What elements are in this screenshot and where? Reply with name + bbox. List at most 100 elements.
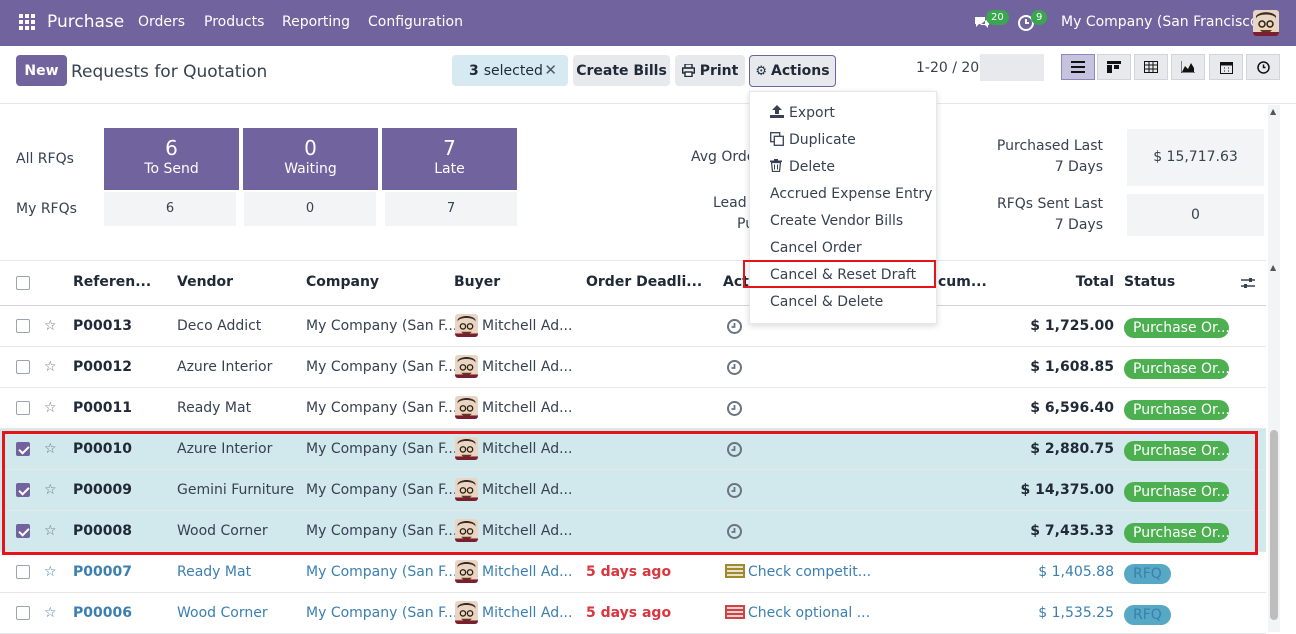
table-row[interactable]: ☆ P00006 Wood Corner My Company (San F... Mi… (0, 593, 1266, 634)
menu-item-delete[interactable]: Delete (770, 159, 835, 175)
waiting-tile[interactable]: 0 Waiting (243, 128, 378, 190)
row-buyer: Mitchell Ad... (482, 318, 573, 334)
control-panel: New Requests for Quotation 3 selected ✕ … (0, 46, 1296, 104)
row-reference: P00012 (73, 359, 132, 375)
user-avatar[interactable] (1253, 10, 1279, 36)
row-checkbox[interactable] (16, 319, 30, 333)
priority-star-icon[interactable]: ☆ (44, 400, 57, 416)
buyer-avatar (455, 560, 478, 583)
calendar-icon (1219, 61, 1233, 74)
page-title[interactable]: Requests for Quotation (71, 62, 267, 82)
menu-orders[interactable]: Orders (138, 14, 185, 30)
row-activity[interactable]: Check optional ... (748, 605, 870, 621)
row-vendor: Ready Mat (177, 564, 252, 580)
calendar-view-button[interactable] (1209, 54, 1243, 80)
menu-item-cancel-delete[interactable]: Cancel & Delete (770, 294, 883, 310)
header-company[interactable]: Company (306, 274, 379, 290)
actions-button[interactable]: ⚙ Actions (749, 55, 836, 87)
row-order-deadline: 5 days ago (586, 605, 672, 621)
activity-clock-icon[interactable] (726, 359, 743, 376)
priority-star-icon[interactable]: ☆ (44, 359, 57, 375)
kanban-view-button[interactable] (1097, 54, 1131, 80)
trash-icon (770, 159, 782, 173)
row-total: $ 1,535.25 (1038, 605, 1114, 621)
graph-view-button[interactable] (1171, 54, 1205, 80)
activity-todo-icon[interactable] (725, 605, 745, 623)
pivot-view-button[interactable] (1134, 54, 1168, 80)
header-buyer[interactable]: Buyer (454, 274, 500, 290)
row-total: $ 1,405.88 (1038, 564, 1114, 580)
menu-reporting[interactable]: Reporting (282, 14, 350, 30)
menu-item-create-vendor-bills[interactable]: Create Vendor Bills (770, 213, 903, 229)
my-waiting-cell[interactable]: 0 (244, 192, 376, 226)
activity-clock-icon[interactable] (726, 400, 743, 417)
header-source-document[interactable]: cum... (938, 274, 987, 290)
row-checkbox[interactable] (16, 401, 30, 415)
priority-star-icon[interactable]: ☆ (44, 564, 57, 580)
actions-label: Actions (771, 63, 830, 79)
status-badge: RFQ (1124, 564, 1171, 584)
select-all-checkbox[interactable] (16, 276, 30, 290)
header-total[interactable]: Total (1076, 274, 1114, 290)
table-header: Referen... Vendor Company Buyer Order De… (0, 260, 1266, 306)
late-tile[interactable]: 7 Late (382, 128, 517, 190)
activity-clock-icon[interactable] (726, 318, 743, 335)
list-scrollbar[interactable]: ▲ ▲ (1268, 105, 1280, 632)
rfq-dashboard: All RFQs My RFQs 6 To Send 0 Waiting 7 L… (0, 105, 1280, 260)
header-order-deadline[interactable]: Order Deadli... (586, 274, 702, 290)
menu-item-accrued-expense[interactable]: Accrued Expense Entry (770, 186, 932, 202)
pager-previous-button[interactable] (980, 54, 1012, 81)
table-row[interactable]: ☆ P00011 Ready Mat My Company (San F... Mitc… (0, 388, 1266, 429)
company-switcher[interactable]: My Company (San Francisco) (1061, 14, 1264, 30)
row-checkbox[interactable] (16, 565, 30, 579)
menu-item-export[interactable]: Export (770, 105, 835, 121)
row-checkbox[interactable] (16, 360, 30, 374)
list-icon (1071, 61, 1085, 73)
scroll-up-arrow-icon[interactable]: ▲ (1270, 107, 1276, 116)
pager-next-button[interactable] (1012, 54, 1044, 81)
column-settings-icon[interactable] (1241, 276, 1255, 290)
table-row[interactable]: ☆ P00012 Azure Interior My Company (San F..… (0, 347, 1266, 388)
unselect-close-icon[interactable]: ✕ (544, 61, 557, 79)
app-menu-icon[interactable] (19, 14, 35, 30)
menu-products[interactable]: Products (204, 14, 264, 30)
pager-value[interactable]: 1-20 / 20 (916, 60, 979, 76)
my-late-cell[interactable]: 7 (385, 192, 517, 226)
selected-count: 3 (469, 62, 479, 79)
row-vendor: Deco Addict (177, 318, 262, 334)
row-reference: P00013 (73, 318, 132, 334)
row-activity[interactable]: Check competit... (748, 564, 871, 580)
menu-item-delete-label: Delete (789, 159, 835, 175)
list-view-button[interactable] (1061, 54, 1095, 80)
scroll-up-arrow-icon-2[interactable]: ▲ (1270, 263, 1276, 272)
row-company: My Company (San F... (306, 318, 458, 334)
menu-configuration[interactable]: Configuration (368, 14, 463, 30)
row-checkbox[interactable] (16, 606, 30, 620)
create-bills-button[interactable]: Create Bills (573, 55, 670, 86)
scrollbar-thumb[interactable] (1270, 430, 1278, 620)
activity-todo-icon[interactable] (725, 564, 745, 582)
new-button[interactable]: New (16, 55, 67, 86)
activity-view-button[interactable] (1246, 54, 1280, 80)
my-to-send-cell[interactable]: 6 (104, 192, 236, 226)
buyer-avatar (455, 314, 478, 337)
highlight-box-menu-item (743, 260, 936, 288)
table-row[interactable]: ☆ P00007 Ready Mat My Company (San F... Mitc… (0, 552, 1266, 593)
table-row[interactable]: ☆ P00013 Deco Addict My Company (San F... Mi… (0, 306, 1266, 347)
late-count: 7 (443, 136, 456, 160)
menu-item-cancel-order[interactable]: Cancel Order (770, 240, 862, 256)
header-status[interactable]: Status (1124, 274, 1175, 290)
row-company: My Company (San F... (306, 400, 458, 416)
print-button[interactable]: Print (675, 55, 745, 86)
copy-icon (770, 132, 784, 146)
priority-star-icon[interactable]: ☆ (44, 318, 57, 334)
header-vendor[interactable]: Vendor (177, 274, 233, 290)
header-reference[interactable]: Referen... (73, 274, 151, 290)
to-send-tile[interactable]: 6 To Send (104, 128, 239, 190)
priority-star-icon[interactable]: ☆ (44, 605, 57, 621)
rfqs-sent-value: 0 (1127, 194, 1264, 236)
my-rfqs-label: My RFQs (16, 201, 77, 217)
app-name[interactable]: Purchase (47, 12, 124, 32)
avg-order-label: Avg Orde (691, 149, 756, 165)
menu-item-duplicate[interactable]: Duplicate (770, 132, 856, 148)
